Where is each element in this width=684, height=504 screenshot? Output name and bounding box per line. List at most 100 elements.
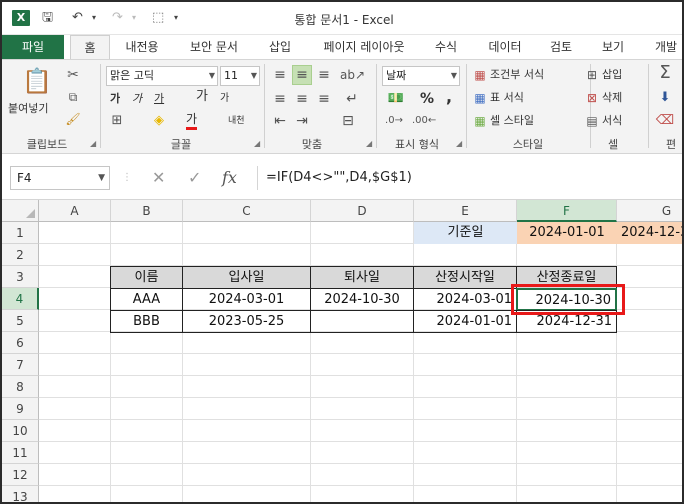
row-header-4[interactable]: 4 [2, 288, 39, 310]
cell-e1[interactable]: 기준일 [414, 222, 517, 244]
column-header-b[interactable]: B [111, 200, 183, 222]
column-header-a[interactable]: A [39, 200, 111, 222]
cell-c3[interactable]: 입사일 [182, 266, 311, 289]
cell-d5[interactable] [310, 310, 414, 333]
cell-c5[interactable]: 2023-05-25 [182, 310, 311, 333]
gridline [39, 485, 682, 486]
row-header-3[interactable]: 3 [2, 266, 39, 288]
format-as-table-button[interactable]: 표 서식 [490, 89, 524, 107]
cut-icon[interactable]: ✂ [64, 66, 82, 84]
delete-cells-button[interactable]: 삭제 [602, 89, 622, 107]
fill-color-icon[interactable]: ◈ [150, 112, 168, 130]
select-all-button[interactable] [2, 200, 39, 222]
orientation-icon[interactable]: ab↗ [340, 66, 365, 84]
number-launcher-icon[interactable]: ◢ [456, 139, 462, 148]
row-header-11[interactable]: 11 [2, 442, 39, 464]
autosum-icon[interactable]: Σ [654, 64, 676, 82]
cell-e4[interactable]: 2024-03-01 [413, 288, 517, 311]
formula-input[interactable]: =IF(D4<>"",D4,$G$1) [257, 166, 682, 190]
cell-b4[interactable]: AAA [110, 288, 183, 311]
tab-my-menu[interactable]: 내전용 [114, 35, 170, 59]
font-name-combo[interactable]: 맑은 고딕 ▼ [106, 66, 218, 86]
cell-e5[interactable]: 2024-01-01 [413, 310, 517, 333]
tab-file[interactable]: 파일 [2, 35, 64, 59]
conditional-formatting-button[interactable]: 조건부 서식 [490, 66, 544, 84]
enter-icon[interactable]: ✓ [188, 166, 201, 190]
cell-b3[interactable]: 이름 [110, 266, 183, 289]
underline-button[interactable]: 가 [154, 90, 164, 108]
tab-formulas[interactable]: 수식 [426, 35, 466, 59]
alignment-launcher-icon[interactable]: ◢ [366, 139, 372, 148]
insert-function-icon[interactable]: fx [222, 166, 237, 190]
row-header-13[interactable]: 13 [2, 486, 39, 502]
tab-security-document[interactable]: 보안 문서 [180, 35, 248, 59]
bold-button[interactable]: 가 [110, 90, 120, 108]
decrease-indent-icon[interactable]: ⇤ [270, 112, 290, 130]
format-cells-button[interactable]: 서식 [602, 112, 622, 130]
row-header-9[interactable]: 9 [2, 398, 39, 420]
number-format-combo[interactable]: 날짜 ▼ [382, 66, 460, 86]
fill-icon[interactable]: ⬇ [654, 89, 676, 107]
align-bottom-icon[interactable]: ≡ [314, 66, 334, 84]
paste-button[interactable]: 붙여넣기 [8, 100, 48, 118]
decrease-decimal-icon[interactable]: .00← [412, 112, 436, 130]
column-header-d[interactable]: D [311, 200, 414, 222]
percent-style-button[interactable]: % [420, 90, 434, 108]
copy-icon[interactable]: ⧉ [64, 88, 82, 106]
group-separator [264, 64, 265, 148]
row-header-5[interactable]: 5 [2, 310, 39, 332]
cancel-icon[interactable]: ✕ [152, 166, 165, 190]
borders-icon[interactable]: ⊞ [108, 112, 126, 130]
row-header-2[interactable]: 2 [2, 244, 39, 266]
tab-review[interactable]: 검토 [540, 35, 582, 59]
tab-view[interactable]: 보기 [592, 35, 634, 59]
italic-button[interactable]: 가 [132, 90, 142, 108]
font-launcher-icon[interactable]: ◢ [254, 139, 260, 148]
row-header-12[interactable]: 12 [2, 464, 39, 486]
increase-indent-icon[interactable]: ⇥ [292, 112, 312, 130]
cell-g1[interactable]: 2024-12-31 [617, 222, 682, 244]
cell-f1[interactable]: 2024-01-01 [517, 222, 617, 244]
tab-developer[interactable]: 개발 [644, 35, 682, 59]
accounting-format-icon[interactable]: 💵 [384, 90, 408, 108]
format-painter-icon[interactable]: 🖌 [64, 110, 82, 128]
cell-styles-button[interactable]: 셀 스타일 [490, 112, 534, 130]
column-header-f[interactable]: F [517, 200, 617, 222]
cell-b5[interactable]: BBB [110, 310, 183, 333]
font-color-button[interactable]: 가 [186, 112, 198, 130]
paste-icon[interactable]: 📋 [22, 66, 52, 96]
tab-data[interactable]: 데이터 [478, 35, 532, 59]
align-right-icon[interactable]: ≡ [314, 90, 334, 108]
align-top-icon[interactable]: ≡ [270, 66, 290, 84]
column-header-e[interactable]: E [414, 200, 517, 222]
clear-icon[interactable]: ⌫ [654, 112, 676, 130]
tab-insert[interactable]: 삽입 [258, 35, 302, 59]
phonetic-button[interactable]: 내천 [228, 112, 245, 130]
shrink-font-button[interactable]: 가 [220, 90, 229, 108]
clipboard-launcher-icon[interactable]: ◢ [90, 139, 96, 148]
merge-center-icon[interactable]: ⊟ [338, 112, 358, 130]
cell-d4[interactable]: 2024-10-30 [310, 288, 414, 311]
column-header-c[interactable]: C [183, 200, 311, 222]
align-center-icon[interactable]: ≡ [292, 90, 312, 108]
cell-d3[interactable]: 퇴사일 [310, 266, 414, 289]
align-middle-icon[interactable]: ≡ [292, 65, 312, 85]
row-header-7[interactable]: 7 [2, 354, 39, 376]
row-header-6[interactable]: 6 [2, 332, 39, 354]
column-header-g[interactable]: G [617, 200, 682, 222]
grow-font-button[interactable]: 가 [196, 88, 208, 106]
font-size-combo[interactable]: 11 ▼ [220, 66, 260, 86]
insert-cells-button[interactable]: 삽입 [602, 66, 622, 84]
tab-home[interactable]: 홈 [70, 35, 110, 59]
align-left-icon[interactable]: ≡ [270, 90, 290, 108]
comma-style-button[interactable]: , [446, 88, 452, 106]
name-box[interactable]: F4 ▼ [10, 166, 110, 190]
cell-e3[interactable]: 산정시작일 [413, 266, 517, 289]
row-header-10[interactable]: 10 [2, 420, 39, 442]
row-header-8[interactable]: 8 [2, 376, 39, 398]
wrap-text-icon[interactable]: ↵ [342, 90, 362, 108]
cell-c4[interactable]: 2024-03-01 [182, 288, 311, 311]
tab-page-layout[interactable]: 페이지 레이아웃 [310, 35, 418, 59]
row-header-1[interactable]: 1 [2, 222, 39, 244]
increase-decimal-icon[interactable]: .0→ [382, 112, 406, 130]
